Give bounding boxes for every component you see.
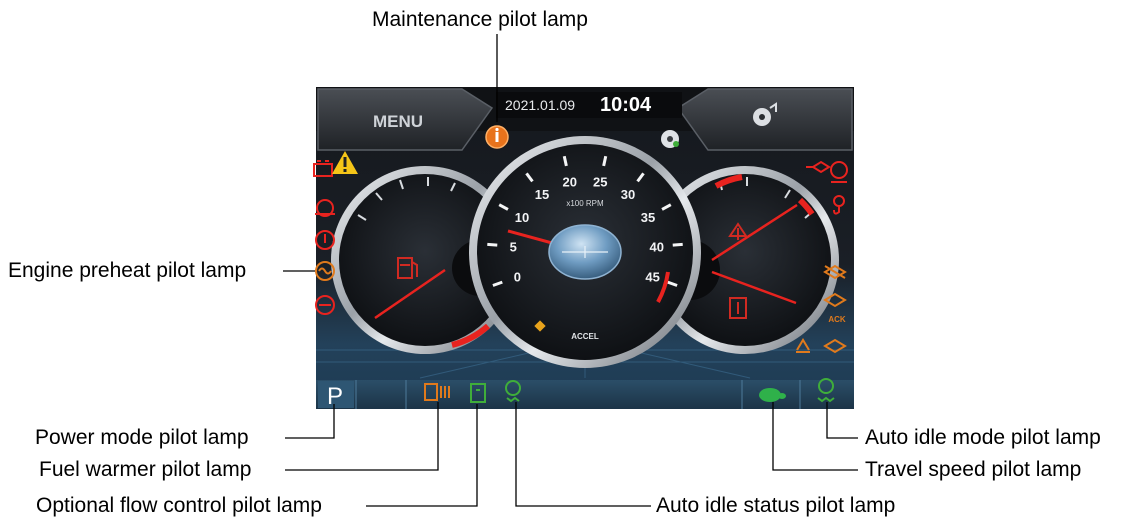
tach-tick-label: 15 — [535, 187, 549, 202]
tach-tick-label: 30 — [621, 187, 635, 202]
tach-tick-label: 0 — [514, 270, 521, 285]
engine-preheat-callout: Engine preheat pilot lamp — [8, 259, 247, 282]
maintenance-icon — [485, 125, 509, 149]
time-readout: 10:04 — [600, 94, 652, 116]
tach-tick-label: 5 — [510, 239, 517, 254]
power-mode-callout: Power mode pilot lamp — [35, 426, 249, 449]
optional-flow-callout: Optional flow control pilot lamp — [36, 494, 322, 517]
travel-speed-callout: Travel speed pilot lamp — [865, 458, 1082, 481]
accel-label: ACCEL — [571, 332, 599, 341]
auto-idle-mode-callout: Auto idle mode pilot lamp — [865, 426, 1101, 449]
tach-tick — [672, 242, 683, 247]
tach-tick — [562, 155, 568, 167]
rpm-unit-label: x100 RPM — [566, 199, 604, 208]
media-status-icon — [661, 130, 679, 148]
tach-tick-label: 40 — [650, 239, 664, 254]
tach-tick-label: 10 — [515, 210, 529, 225]
tach-tick-label: 20 — [563, 175, 577, 190]
leader-fuel-warmer — [285, 402, 439, 471]
tach-tick-label: 25 — [593, 175, 607, 190]
maintenance-callout: Maintenance pilot lamp — [372, 8, 588, 31]
power-mode-letter: P — [327, 383, 343, 410]
tachometer: 0 5 10 15 20 25 30 35 40 45 x100 RPM ACCEL — [469, 136, 701, 368]
tach-tick — [602, 155, 608, 167]
ack-label: ACK — [828, 315, 846, 324]
fuel-warmer-callout: Fuel warmer pilot lamp — [39, 458, 252, 481]
leader-auto-idle-status — [515, 402, 651, 507]
tach-tick — [487, 242, 498, 247]
tach-tick-label: 35 — [641, 210, 655, 225]
date-readout: 2021.01.09 — [505, 97, 575, 113]
tach-tick-label: 45 — [645, 270, 659, 285]
menu-label: MENU — [373, 112, 423, 131]
auto-idle-status-callout: Auto idle status pilot lamp — [656, 494, 896, 517]
leader-optional-flow — [366, 404, 478, 507]
leader-travel-speed — [772, 402, 858, 471]
